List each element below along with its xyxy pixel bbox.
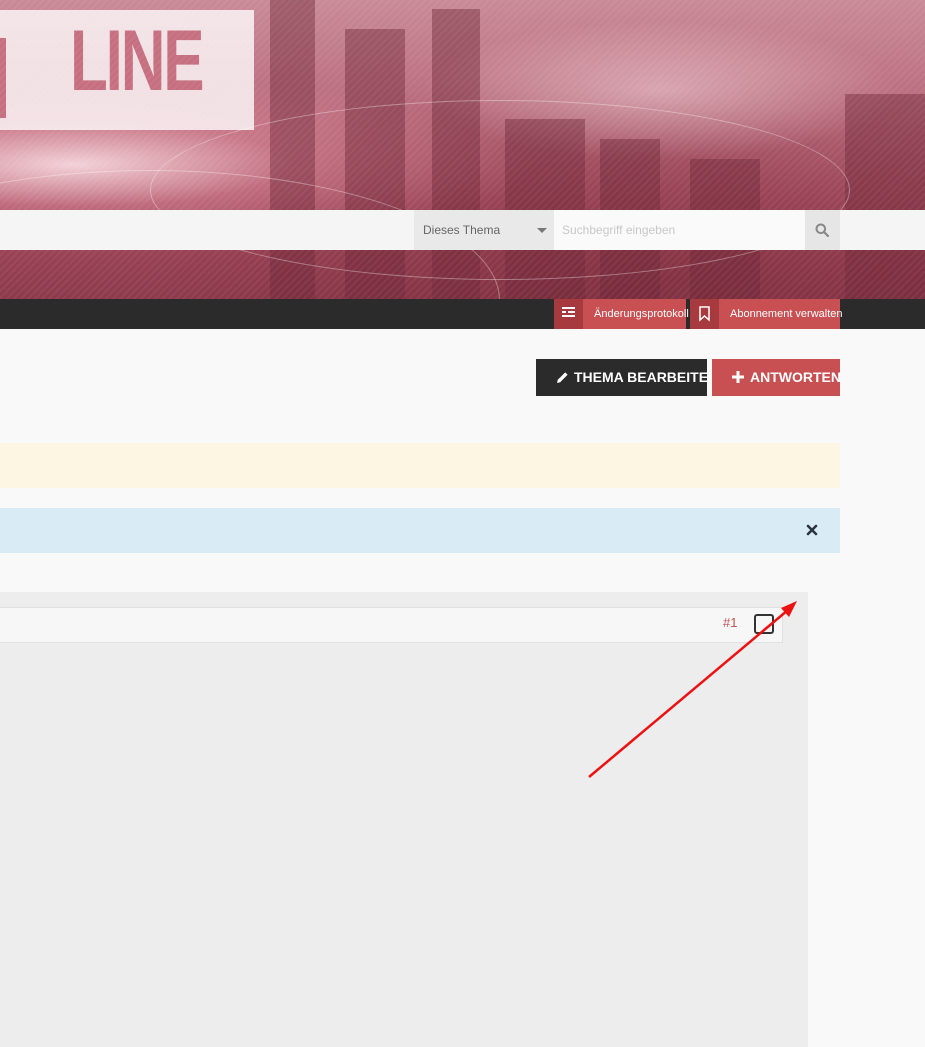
reply-button[interactable]: Antworten [712, 359, 841, 396]
plus-icon [732, 371, 744, 383]
banner-glow [420, 20, 900, 160]
post-number-link[interactable]: #1 [723, 615, 737, 630]
banner-building [432, 9, 480, 299]
search-button[interactable] [805, 210, 840, 250]
close-icon[interactable] [805, 523, 819, 537]
reply-label: Antworten [750, 369, 841, 385]
banner-building [345, 29, 405, 299]
manage-subscription-button[interactable]: Abonnement verwalten [690, 299, 843, 329]
post-header [0, 607, 783, 643]
logo-text: LINE [70, 13, 205, 109]
search-scope-select[interactable]: Dieses Thema [414, 210, 554, 250]
bookmark-icon [690, 299, 719, 329]
list-icon [554, 299, 583, 329]
banner-building [505, 119, 585, 299]
banner-building [270, 0, 315, 299]
search-icon [815, 223, 829, 237]
search-input[interactable] [554, 210, 805, 250]
changelog-button[interactable]: Änderungsprotokoll [554, 299, 689, 329]
changelog-label: Änderungsprotokoll [594, 308, 689, 320]
site-logo[interactable]: LINE [0, 10, 254, 130]
edit-thread-button[interactable]: Thema bearbeiten [536, 359, 718, 396]
logo-mark [0, 38, 6, 118]
header-banner: LINE [0, 0, 925, 299]
post-select-checkbox[interactable] [754, 614, 774, 634]
pencil-icon [557, 372, 568, 383]
notice-warning [0, 443, 840, 488]
post-container [0, 592, 808, 1047]
notice-info [0, 508, 840, 553]
banner-light-arc [150, 100, 850, 280]
subscription-label: Abonnement verwalten [730, 308, 843, 320]
banner-building [845, 94, 925, 299]
search-scope-label: Dieses Thema [423, 223, 501, 237]
caret-down-icon [537, 228, 547, 233]
edit-thread-label: Thema bearbeiten [574, 369, 719, 385]
